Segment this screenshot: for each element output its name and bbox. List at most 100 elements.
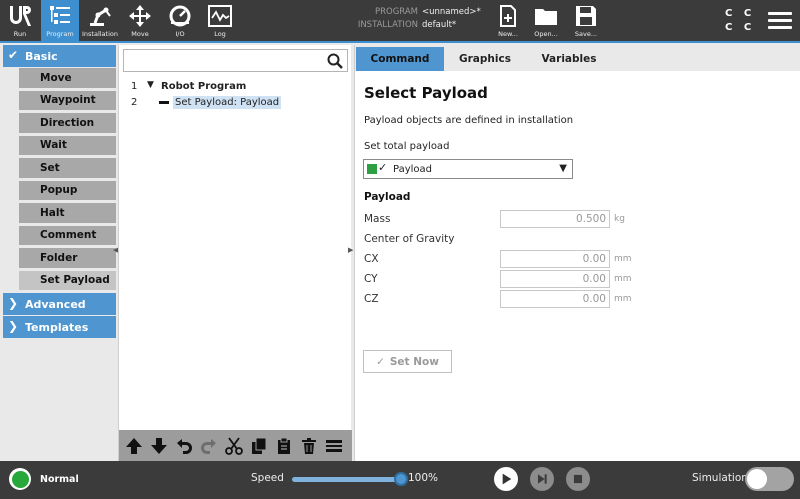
tab-bar: Command Graphics Variables	[355, 45, 800, 71]
io-button[interactable]: I/O	[161, 0, 199, 41]
tree-node-label-selected: Set Payload: Payload	[173, 96, 282, 109]
move-button[interactable]: Move	[121, 0, 159, 41]
node-wait[interactable]: Wait	[19, 135, 116, 156]
node-move[interactable]: Move	[19, 68, 116, 89]
move-down-button[interactable]	[148, 435, 170, 457]
play-icon	[502, 473, 512, 485]
speed-slider-handle[interactable]	[394, 472, 408, 486]
node-set-payload-label: Set Payload	[40, 274, 110, 287]
payload-description: Payload objects are defined in installat…	[364, 115, 574, 126]
cz-field[interactable]: 0.00	[500, 290, 610, 308]
log-label: Log	[214, 30, 226, 38]
suppress-button[interactable]	[323, 435, 345, 457]
node-popup[interactable]: Popup	[19, 180, 116, 201]
step-icon	[538, 474, 547, 484]
node-direction[interactable]: Direction	[19, 113, 116, 134]
log-button[interactable]: Log	[201, 0, 239, 41]
move-up-button[interactable]	[123, 435, 145, 457]
clipboard-icon	[278, 437, 290, 454]
program-icon	[50, 6, 70, 24]
category-basic[interactable]: ✔︎ Basic	[3, 45, 116, 67]
copy-icon	[252, 437, 267, 454]
simulation-label: Simulation	[692, 472, 748, 484]
node-wait-label: Wait	[40, 139, 67, 152]
set-now-label: Set Now	[389, 355, 439, 368]
tree-node-label: Robot Program	[161, 81, 247, 92]
hamburger-menu-icon[interactable]	[768, 12, 792, 30]
program-nodes-panel: ✔︎ Basic Move Waypoint Direction Wait Se…	[3, 45, 116, 461]
node-waypoint[interactable]: Waypoint	[19, 90, 116, 111]
save-disk-icon	[576, 6, 596, 26]
cz-label: CZ	[364, 293, 379, 305]
tree-search-input[interactable]	[123, 49, 348, 72]
stop-icon	[573, 474, 583, 484]
delete-button[interactable]	[298, 435, 320, 457]
chevron-right-icon: ❯	[8, 319, 19, 333]
search-icon[interactable]	[327, 53, 343, 69]
cy-label: CY	[364, 273, 378, 285]
new-label: New...	[498, 30, 518, 38]
node-dash-icon	[159, 101, 169, 104]
node-move-label: Move	[40, 71, 72, 84]
node-set[interactable]: Set	[19, 158, 116, 179]
trash-icon	[302, 437, 316, 454]
category-basic-label: Basic	[25, 49, 58, 63]
speed-slider-track[interactable]	[292, 477, 402, 482]
checkmark-icon: ✓	[376, 355, 385, 368]
node-direction-label: Direction	[40, 116, 95, 129]
chevron-right-icon: ❯	[8, 296, 19, 310]
simulation-toggle[interactable]	[745, 467, 794, 491]
robot-status-icon[interactable]	[9, 468, 31, 490]
step-button[interactable]	[530, 467, 554, 491]
tab-variables[interactable]: Variables	[525, 47, 613, 71]
stop-button[interactable]	[566, 467, 590, 491]
set-now-button[interactable]: ✓ Set Now	[363, 350, 452, 373]
caret-down-icon: ▼	[559, 163, 567, 174]
ur-logo-icon	[10, 6, 31, 26]
copy-button[interactable]	[248, 435, 270, 457]
tree-row-set-payload[interactable]: 2 Set Payload: Payload	[119, 95, 352, 110]
cx-label: CX	[364, 253, 379, 265]
node-folder[interactable]: Folder	[19, 248, 116, 269]
program-button[interactable]: Program	[41, 0, 79, 41]
run-button[interactable]: Run	[1, 0, 39, 41]
node-halt[interactable]: Halt	[19, 203, 116, 224]
paste-button[interactable]	[273, 435, 295, 457]
cc-bottom: C C	[725, 22, 756, 33]
tab-variables-label: Variables	[541, 53, 597, 65]
tab-graphics[interactable]: Graphics	[445, 47, 525, 71]
control-indicator: C C C C	[725, 7, 755, 35]
undo-button[interactable]	[173, 435, 195, 457]
payload-select[interactable]: ✓ Payload ▼	[363, 159, 573, 179]
move-arrows-icon	[129, 5, 151, 27]
tree-row-robot-program[interactable]: 1 ▼ Robot Program	[119, 79, 352, 94]
mass-label: Mass	[364, 213, 391, 225]
open-button[interactable]: Open...	[527, 0, 565, 41]
robot-arm-icon	[90, 7, 111, 26]
new-button[interactable]: New...	[489, 0, 527, 41]
installation-button[interactable]: Installation	[81, 0, 119, 41]
category-advanced[interactable]: ❯ Advanced	[3, 293, 116, 315]
page-title: Select Payload	[364, 84, 488, 102]
expand-triangle-icon[interactable]: ▼	[147, 80, 154, 90]
toggle-knob	[747, 469, 767, 489]
tab-command[interactable]: Command	[356, 47, 444, 71]
payload-select-value: Payload	[393, 164, 432, 175]
io-label: I/O	[175, 30, 185, 38]
node-halt-label: Halt	[40, 206, 65, 219]
cy-field[interactable]: 0.00	[500, 270, 610, 288]
category-templates[interactable]: ❯ Templates	[3, 316, 116, 338]
node-comment[interactable]: Comment	[19, 225, 116, 246]
mass-field[interactable]: 0.500	[500, 210, 610, 228]
play-button[interactable]	[494, 467, 518, 491]
io-gauge-icon	[169, 5, 191, 27]
cut-button[interactable]	[223, 435, 245, 457]
run-label: Run	[13, 30, 27, 38]
log-waveform-icon	[208, 5, 232, 27]
redo-button[interactable]	[198, 435, 220, 457]
node-set-payload[interactable]: Set Payload	[19, 270, 116, 291]
save-button[interactable]: Save...	[567, 0, 605, 41]
cx-field[interactable]: 0.00	[500, 250, 610, 268]
header-accent-line	[0, 41, 800, 43]
cc-top: C C	[725, 8, 756, 19]
